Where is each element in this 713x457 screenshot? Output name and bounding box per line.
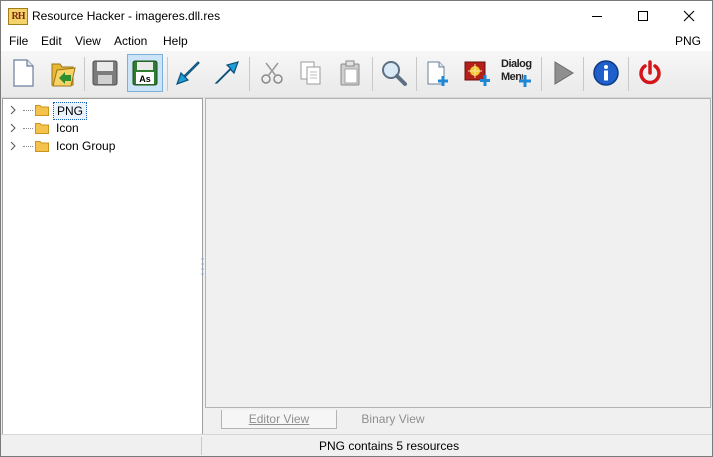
dialog-merge-icon: Dialog Menu [498,54,538,92]
minimize-icon [592,16,602,17]
toolbar-separator [249,57,250,91]
import-button[interactable] [170,54,206,92]
toolbar-separator [628,57,629,91]
add-image-resource-button[interactable] [459,54,495,92]
minimize-button[interactable] [574,1,620,31]
close-button[interactable] [666,1,712,31]
maximize-button[interactable] [620,1,666,31]
status-text: PNG contains 5 resources [319,439,460,453]
resource-tree[interactable]: PNG Icon Icon Group [2,98,203,435]
view-tabs: Editor View Binary View [205,408,711,432]
status-bar: PNG contains 5 resources [1,434,712,456]
menu-bar: File Edit View Action Help PNG [1,31,712,51]
tree-item-label: PNG [53,102,88,120]
magnifier-icon [382,61,407,86]
close-icon [683,10,695,22]
toolbar-separator [167,57,168,91]
tree-item-label: Icon Group [56,139,116,153]
tree-connector [23,128,33,129]
folder-icon [35,105,49,116]
add-blank-resource-icon [427,61,448,86]
title-bar[interactable]: RH Resource Hacker - imageres.dll.res [1,1,712,31]
copy-button[interactable] [293,54,329,92]
toolbar-separator [541,57,542,91]
copy-icon [300,61,321,85]
tree-item-label: Icon [56,121,79,135]
open-folder-icon [51,63,76,87]
app-window: RH Resource Hacker - imageres.dll.res Fi… [0,0,713,457]
tree-item-png[interactable]: PNG [3,101,202,120]
menu-view[interactable]: View [75,34,101,48]
toolbar-separator [372,57,373,91]
maximize-icon [638,11,648,21]
toolbar: As Dialog Men [1,51,712,98]
toolbar-separator [416,57,417,91]
power-icon [639,60,661,85]
chevron-right-icon[interactable] [10,123,16,133]
save-disk-icon [92,60,118,86]
exit-button[interactable] [632,54,668,92]
new-file-icon [13,59,34,87]
current-resource-type-label: PNG [674,34,701,48]
menu-file[interactable]: File [9,34,28,48]
toolbar-separator [583,57,584,91]
paste-button[interactable] [332,54,368,92]
menu-help[interactable]: Help [163,34,188,48]
tree-item-icon[interactable]: Icon [3,119,202,137]
export-button[interactable] [209,54,245,92]
add-image-resource-icon [464,61,490,86]
cut-button[interactable] [254,54,290,92]
about-button[interactable] [588,54,624,92]
pane-splitter-handle[interactable] [201,256,204,276]
menu-edit[interactable]: Edit [41,34,62,48]
compile-script-button[interactable] [544,54,580,92]
find-button[interactable] [376,54,412,92]
tree-connector [23,146,33,147]
dialog-merge-button[interactable]: Dialog Menu [498,54,538,92]
save-as-button[interactable]: As [127,54,163,92]
save-button[interactable] [87,54,123,92]
add-blank-resource-button[interactable] [419,54,455,92]
clipboard-icon [340,60,360,86]
menu-action[interactable]: Action [114,34,147,48]
window-title: Resource Hacker - imageres.dll.res [32,9,221,23]
new-file-button[interactable] [5,54,41,92]
tab-editor-view[interactable]: Editor View [221,410,337,429]
status-divider [201,437,202,455]
info-icon [593,60,619,86]
chevron-right-icon[interactable] [10,141,16,151]
play-icon [554,61,574,85]
plus-icon [519,75,531,87]
open-file-button[interactable] [45,54,81,92]
import-arrow-icon [175,61,200,86]
folder-icon [35,141,49,152]
scissors-icon [261,62,283,84]
svg-text:As: As [139,74,151,84]
chevron-right-icon[interactable] [10,105,16,115]
tree-connector [23,110,33,111]
export-arrow-icon [214,61,239,84]
tab-binary-view[interactable]: Binary View [338,410,448,428]
folder-icon [35,123,49,134]
resource-hacker-logo-icon: RH [8,8,28,25]
tree-item-icon-group[interactable]: Icon Group [3,137,202,155]
resource-editor-pane[interactable] [205,98,711,408]
toolbar-separator [84,57,85,91]
save-as-disk-icon: As [132,60,158,86]
